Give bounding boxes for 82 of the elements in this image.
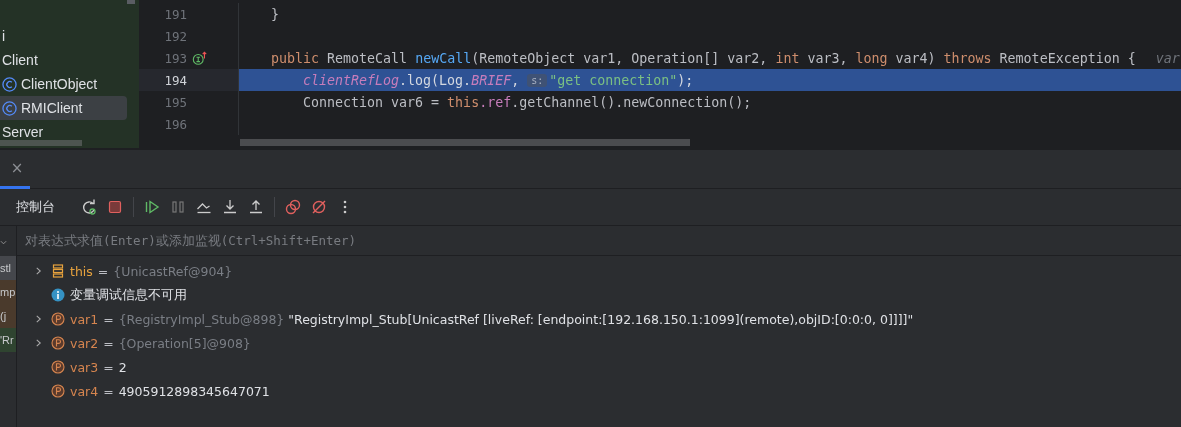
tree-label: Client [2,52,38,68]
code-text: .getChannel().newConnection(); [511,94,752,110]
inlay-hint: var [1155,50,1180,66]
line-number: 192 [163,28,187,44]
parameter-hint: s: [527,73,548,87]
keyword-text: int [775,50,800,66]
stop-icon[interactable] [107,199,123,215]
field-name: .ref [479,94,512,110]
string-literal: "get connection" [549,72,678,88]
tree-item[interactable]: ClientObject [0,72,127,96]
equals-sign: = [103,359,114,375]
code-text: RemoteCall [326,50,409,66]
variable-value: 4905912898345647071 [118,383,270,399]
variable-name: var2 [70,335,99,351]
tree-label: Server [2,124,44,140]
code-text: RemoteException { [998,50,1136,66]
info-icon [51,288,65,302]
method-name: newCall [415,50,472,66]
equals-sign: = [103,335,114,351]
tree-item[interactable]: RMIClient [0,96,127,120]
chevron-icon[interactable] [0,239,7,246]
info-message: 变量调试信息不可用 [70,286,187,304]
static-field: BRIEF [471,72,512,88]
step-into-icon[interactable] [222,199,238,215]
rerun-icon[interactable] [81,199,97,215]
line-number: 194 [163,72,187,88]
keyword-text: public [271,50,320,66]
keyword-text: this [447,94,480,110]
line-number: 196 [163,116,187,132]
frame-item[interactable]: stl [0,256,16,280]
pause-icon[interactable] [170,199,186,215]
equals-sign: = [103,383,114,399]
code-text: ); [677,72,694,88]
variable-name: this [70,263,93,279]
keyword-text: long [855,50,888,66]
code-text: var4) [894,50,937,66]
variable-value: "RegistryImpl_Stub[UnicastRef [liveRef: [endpoint:[192.168.150.1:1099](remote),objID:[0:0:0, 0]]]]" [288,311,914,327]
line-number: 191 [163,6,187,22]
tree-item[interactable]: Client [0,48,127,72]
parameter-icon [51,312,65,326]
tree-label: RMIClient [21,100,83,116]
tree-item[interactable]: i [0,24,127,48]
variable-value: 2 [118,359,127,375]
class-icon [2,100,17,116]
step-out-icon[interactable] [248,199,264,215]
more-icon[interactable] [343,199,347,215]
class-icon [2,76,17,92]
variable-type: {UnicastRef@904} [113,263,233,279]
breakpoints-icon[interactable] [285,199,301,215]
variable-name: var3 [70,359,99,375]
variable-name: var1 [70,311,99,327]
resume-icon[interactable] [144,199,160,215]
static-field: clientRefLog [303,72,400,88]
line-number: 195 [163,94,187,110]
equals-sign: = [97,263,109,279]
console-tab[interactable]: 控制台 [14,195,57,219]
parameter-icon [51,336,65,350]
tree-label: i [2,28,6,44]
code-text: , [511,72,521,88]
code-text: Connection var6 = [303,94,441,110]
variable-name: var4 [70,383,99,399]
frame-item[interactable]: 'Rr [0,328,16,352]
variable-type: {Operation[5]@908} [118,335,251,351]
frame-item[interactable]: (j [0,304,16,328]
tree-item[interactable]: Server [0,120,127,144]
equals-sign: = [103,311,114,327]
code-text: .log(Log. [399,72,472,88]
line-number: 193 [163,50,187,66]
parameter-icon [51,360,65,374]
code-text: (RemoteObject var1, Operation[] var2, [471,50,769,66]
parameter-icon [51,384,65,398]
frame-item[interactable]: mp [0,280,16,304]
close-button[interactable]: × [10,159,24,177]
code-text: } [271,6,279,22]
keyword-text: throws [943,50,992,66]
mute-breakpoints-icon[interactable] [311,199,327,215]
field-icon [51,264,65,278]
scrollbar [127,0,135,4]
implements-icon[interactable] [192,50,208,66]
code-text: var3, [806,50,849,66]
tree-label: ClientObject [21,76,98,92]
variable-type: {RegistryImpl_Stub@898} [118,311,285,327]
